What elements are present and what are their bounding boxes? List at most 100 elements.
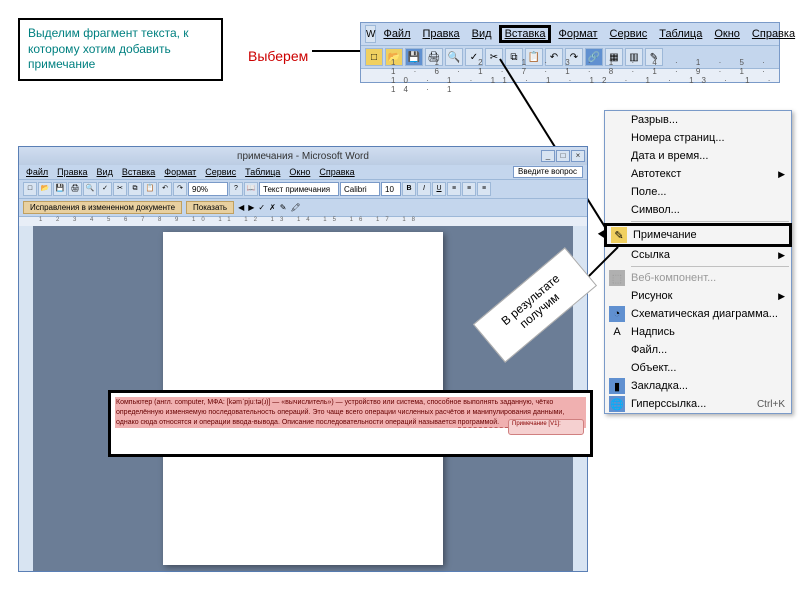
question-box[interactable]: Введите вопрос xyxy=(513,166,583,178)
style-select[interactable]: Текст примечания xyxy=(259,182,339,196)
rb-comment[interactable]: ✎ xyxy=(280,203,287,212)
menu-format[interactable]: Формат xyxy=(553,26,602,42)
minimize-button[interactable]: _ xyxy=(541,150,555,162)
menu-page-numbers[interactable]: Номера страниц... xyxy=(605,129,791,147)
word-menubar-closeup: W Файл Правка Вид Вставка Формат Сервис … xyxy=(360,22,780,83)
menu-row: W Файл Правка Вид Вставка Формат Сервис … xyxy=(361,23,779,45)
menu-object[interactable]: Объект... xyxy=(605,359,791,377)
diagram-icon: ◔ xyxy=(609,306,625,322)
tb-help[interactable]: ? xyxy=(229,182,243,196)
word-menubar: Файл Правка Вид Вставка Формат Сервис Та… xyxy=(19,165,587,179)
menu-symbol[interactable]: Символ... xyxy=(605,201,791,219)
comment-balloon[interactable]: Примечание [V1]: xyxy=(508,419,584,435)
menu-hyperlink[interactable]: 🌐 Гиперссылка... Ctrl+K xyxy=(605,395,791,413)
new-icon[interactable]: □ xyxy=(365,48,383,66)
tb-save[interactable]: 💾 xyxy=(53,182,67,196)
close-button[interactable]: × xyxy=(571,150,585,162)
menu-label: Поле... xyxy=(631,186,667,198)
tb-align-l[interactable]: ≡ xyxy=(447,182,461,196)
menu-break[interactable]: Разрыв... xyxy=(605,111,791,129)
rb-reject[interactable]: ✗ xyxy=(269,203,276,212)
menu-date-time[interactable]: Дата и время... xyxy=(605,147,791,165)
wm-insert[interactable]: Вставка xyxy=(119,166,158,178)
show-button[interactable]: Показать xyxy=(186,201,234,214)
rb-highlight[interactable]: 🖍 xyxy=(290,203,300,212)
menu-window[interactable]: Окно xyxy=(709,26,745,42)
menu-label: Файл... xyxy=(631,344,667,356)
hyperlink-icon: 🌐 xyxy=(609,396,625,412)
menu-view[interactable]: Вид xyxy=(467,26,497,42)
left-margin xyxy=(19,226,33,571)
tb-italic[interactable]: I xyxy=(417,182,431,196)
menu-file[interactable]: Файл xyxy=(378,26,415,42)
font-select[interactable]: Calibri xyxy=(340,182,380,196)
menu-label: Автотекст xyxy=(631,168,681,180)
menu-bookmark[interactable]: ▮Закладка... xyxy=(605,377,791,395)
tb-paste[interactable]: 📋 xyxy=(143,182,157,196)
menu-label: Примечание xyxy=(633,229,697,241)
rb-prev[interactable]: ◀ xyxy=(238,203,244,212)
tb-align-c[interactable]: ≡ xyxy=(462,182,476,196)
review-mode-label[interactable]: Исправления в измененном документе xyxy=(23,201,182,214)
maximize-button[interactable]: □ xyxy=(556,150,570,162)
wm-tools[interactable]: Сервис xyxy=(202,166,239,178)
zoom-select[interactable]: 90% xyxy=(188,182,228,196)
tb-copy[interactable]: ⧉ xyxy=(128,182,142,196)
menu-textbox[interactable]: AНадпись xyxy=(605,323,791,341)
menu-separator xyxy=(631,221,789,222)
tb-open[interactable]: 📂 xyxy=(38,182,52,196)
menu-comment[interactable]: ✎ Примечание xyxy=(604,223,792,247)
tb-print[interactable]: 🖨 xyxy=(68,182,82,196)
insert-dropdown-menu: Разрыв... Номера страниц... Дата и время… xyxy=(604,110,792,414)
menu-file-item[interactable]: Файл... xyxy=(605,341,791,359)
tb-cut[interactable]: ✂ xyxy=(113,182,127,196)
menu-picture[interactable]: Рисунок▶ xyxy=(605,287,791,305)
tb-redo[interactable]: ↷ xyxy=(173,182,187,196)
wm-format[interactable]: Формат xyxy=(161,166,199,178)
menu-tools[interactable]: Сервис xyxy=(605,26,653,42)
tb-undo[interactable]: ↶ xyxy=(158,182,172,196)
wm-help[interactable]: Справка xyxy=(316,166,357,178)
word-ruler: 1 2 3 4 5 6 7 8 9 10 11 12 13 14 15 16 1… xyxy=(19,216,587,226)
title-text: примечания - Microsoft Word xyxy=(237,151,369,162)
shortcut-label: Ctrl+K xyxy=(757,399,785,410)
review-bar: Исправления в измененном документе Показ… xyxy=(19,198,587,216)
word-icon: W xyxy=(365,25,376,43)
menu-insert[interactable]: Вставка xyxy=(499,25,552,43)
menu-label: Гиперссылка... xyxy=(631,398,706,410)
tb-preview[interactable]: 🔍 xyxy=(83,182,97,196)
menu-autotext[interactable]: Автотекст ▶ xyxy=(605,165,791,183)
menu-web-component: ⬚Веб-компонент... xyxy=(605,269,791,287)
menu-help[interactable]: Справка xyxy=(747,26,800,42)
menu-label: Символ... xyxy=(631,204,680,216)
menu-label: Ссылка xyxy=(631,249,670,261)
label-choose: Выберем xyxy=(248,48,308,64)
menu-table[interactable]: Таблица xyxy=(654,26,707,42)
menu-field[interactable]: Поле... xyxy=(605,183,791,201)
tb-read[interactable]: 📖 xyxy=(244,182,258,196)
wm-view[interactable]: Вид xyxy=(94,166,116,178)
menu-edit[interactable]: Правка xyxy=(418,26,465,42)
menu-label: Номера страниц... xyxy=(631,132,725,144)
menu-label: Объект... xyxy=(631,362,676,374)
tb-spell[interactable]: ✓ xyxy=(98,182,112,196)
wm-table[interactable]: Таблица xyxy=(242,166,283,178)
wm-window[interactable]: Окно xyxy=(286,166,313,178)
menu-reference[interactable]: Ссылка▶ xyxy=(605,246,791,264)
menu-diagram[interactable]: ◔ Схематическая диаграмма... xyxy=(605,305,791,323)
size-select[interactable]: 10 xyxy=(381,182,401,196)
tb-align-r[interactable]: ≡ xyxy=(477,182,491,196)
wm-file[interactable]: Файл xyxy=(23,166,51,178)
tb-new[interactable]: □ xyxy=(23,182,37,196)
rb-accept[interactable]: ✓ xyxy=(258,203,265,212)
tb-bold[interactable]: B xyxy=(402,182,416,196)
submenu-arrow-icon: ▶ xyxy=(778,169,785,180)
ruler: 1 · 1 · 2 · 1 · 3 · 1 · 4 · 1 · 5 · 1 · … xyxy=(361,68,779,82)
tb-underline[interactable]: U xyxy=(432,182,446,196)
menu-label: Схематическая диаграмма... xyxy=(631,308,778,320)
rb-next[interactable]: ▶ xyxy=(248,203,254,212)
comment-connector xyxy=(458,427,508,428)
comment-icon: ✎ xyxy=(611,227,627,243)
wm-edit[interactable]: Правка xyxy=(54,166,90,178)
annotation-select-fragment: Выделим фрагмент текста, к которому хоти… xyxy=(18,18,223,81)
